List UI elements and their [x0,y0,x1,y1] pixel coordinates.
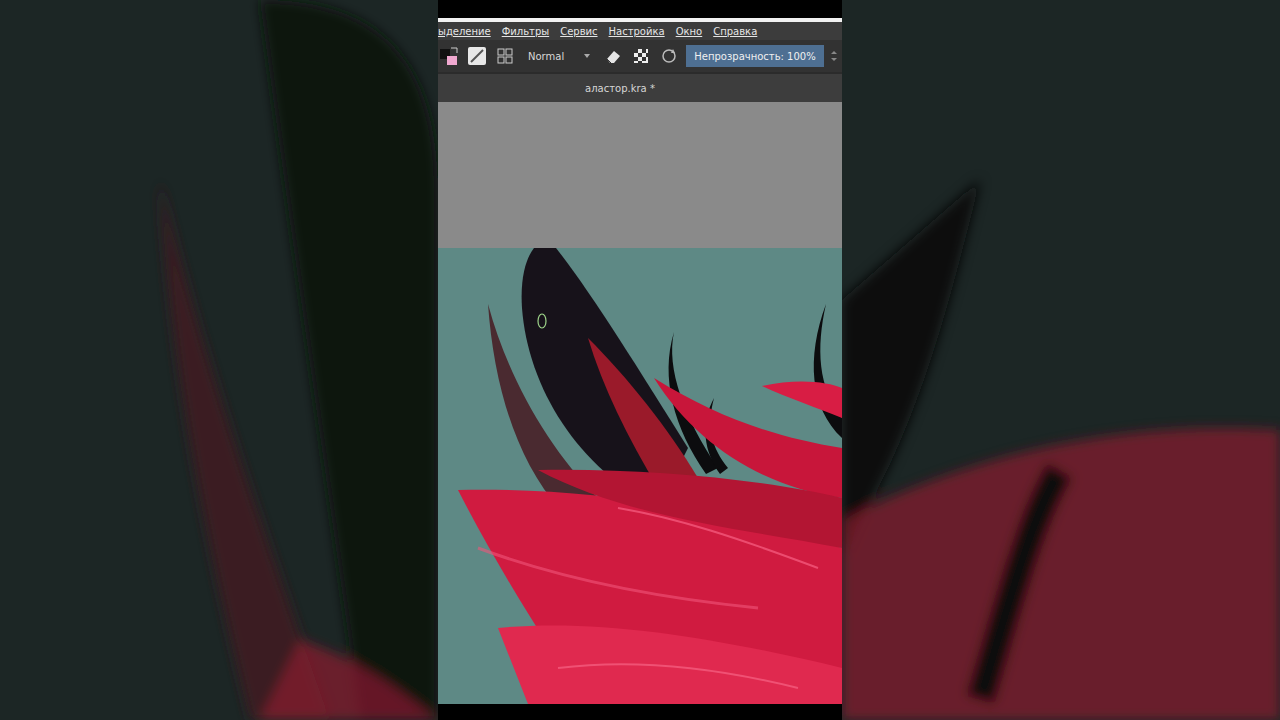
blend-mode-dropdown[interactable]: Normal [522,45,596,67]
menu-bar: ыделение Фильтры Сервис Настройка Окно Справк… [438,22,842,40]
menu-item[interactable]: ыделение [438,26,491,37]
canvas-backdrop [438,102,842,248]
drawing-canvas[interactable] [438,248,842,704]
color-swatch-icon[interactable] [438,45,460,67]
tool-options-bar: Normal Непрозрачность: 100% [438,40,842,72]
document-tab-bar: аластор.kra * [438,74,842,102]
alpha-lock-icon[interactable] [630,45,652,67]
opacity-label: Непрозрачность: 100% [694,51,815,62]
app-window: ыделение Фильтры Сервис Настройка Окно Справк… [438,0,842,720]
video-top-bar [438,0,842,18]
menu-item[interactable]: Справка [713,26,757,37]
menu-item[interactable]: Сервис [560,26,597,37]
eraser-icon[interactable] [602,45,624,67]
opacity-slider[interactable]: Непрозрачность: 100% [686,45,824,67]
blurred-background [842,0,1280,720]
spin-up-icon[interactable] [831,51,837,54]
menu-item[interactable]: Окно [676,26,703,37]
document-tab[interactable]: аластор.kra * [579,81,661,96]
video-bottom-bar [438,704,842,720]
spin-down-icon[interactable] [831,58,837,61]
blurred-background [0,0,438,720]
reload-icon[interactable] [658,45,680,67]
blend-mode-label: Normal [528,51,564,62]
brush-preset-icon[interactable] [466,45,488,67]
dropdown-arrow-icon [584,54,590,58]
spin-buttons[interactable] [830,51,838,61]
menu-item[interactable]: Настройка [609,26,665,37]
grid-icon[interactable] [494,45,516,67]
menu-item[interactable]: Фильтры [502,26,549,37]
